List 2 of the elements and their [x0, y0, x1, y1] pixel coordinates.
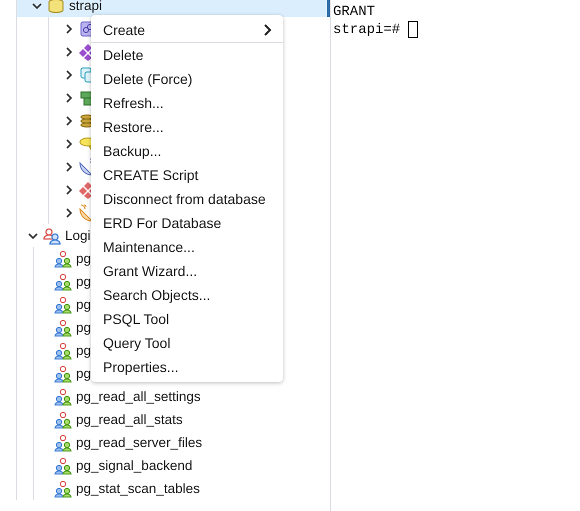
- terminal-line: GRANT: [333, 4, 376, 21]
- terminal-prompt: strapi=#: [333, 22, 400, 38]
